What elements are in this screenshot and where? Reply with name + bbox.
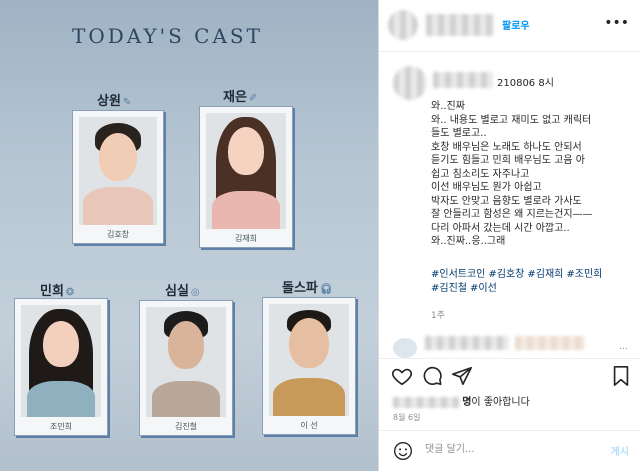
cast-role-4: 심실 ◎ (165, 284, 200, 299)
caption-date: 210806 8시 (497, 78, 554, 89)
post-actions (379, 358, 640, 393)
comment-bar: 게시 (379, 430, 640, 471)
cast-name-4: 김진철 (174, 422, 198, 431)
post-header: 팔로우 ••• (379, 0, 640, 52)
hashtag-link[interactable]: #김재희 (527, 269, 563, 280)
swirl-icon: ❂ (65, 287, 75, 298)
caption-line: 호창 배우님은 노래도 하나도 안되서 (431, 141, 582, 153)
heart-icon[interactable] (391, 365, 413, 387)
cast-card-5: 이 선 (262, 297, 356, 435)
caption-time-ago: 1주 (431, 311, 446, 321)
cast-name-2: 김재희 (234, 234, 258, 243)
author-username[interactable] (426, 14, 494, 36)
cast-role-3: 민희 ❂ (40, 284, 75, 299)
more-horizontal-icon[interactable]: ••• (604, 15, 629, 31)
caption-line: 듣기도 힘들고 민희 배우님도 고음 아 (431, 155, 585, 166)
board-title: TODAY'S CAST (72, 24, 263, 48)
caption-line: 잘 안들리고 함성은 왜 지르는건지—— (431, 209, 593, 220)
caption-line: 쉽고 침소리도 자주나고 (431, 168, 530, 180)
cast-name-3: 조민희 (49, 422, 73, 431)
caption-username[interactable] (433, 72, 493, 88)
cast-role-1: 상원 ✎ (97, 94, 132, 109)
caption-avatar[interactable] (393, 66, 427, 100)
comment-icon[interactable] (421, 365, 443, 387)
caption-text: 와..진짜와.. 내용도 별로고 재미도 없고 캐릭터들도 별로고.. 호창 배우… (431, 100, 631, 249)
hashtag-link[interactable]: #이선 (470, 283, 497, 294)
cast-photo-5 (269, 304, 349, 416)
post-photo[interactable]: TODAY'S CAST 상원✎ 김호창 재은✐ 김재희 민희❂ 조민희 (0, 0, 378, 471)
caption-line: 들도 별로고.. (431, 128, 487, 139)
likes-count[interactable]: 명이 좋아합니다 (393, 393, 530, 408)
caption-line: 이선 배우님도 뭔가 아쉽고 (431, 182, 542, 193)
cast-role-5: 돌스파 🎧︎ (282, 281, 333, 296)
post-side-panel: 팔로우 ••• 210806 8시 와..진짜와.. 내용도 별로고 재미도 없… (378, 0, 640, 471)
bookmark-icon[interactable] (611, 365, 631, 387)
comment-input[interactable] (423, 443, 587, 456)
caption-line: 와..진짜 (431, 101, 465, 112)
comment-avatar[interactable] (393, 338, 417, 358)
cast-card-1: 김호창 (72, 110, 164, 244)
hashtag-link[interactable]: #인서트코인 (431, 269, 485, 280)
hashtag-link[interactable]: #조민희 (566, 269, 602, 280)
cast-photo-4 (146, 307, 226, 417)
post-date[interactable]: 8월 6일 (393, 412, 420, 423)
caption-line: 와..진짜..응..그래 (431, 236, 506, 247)
comment-username[interactable] (425, 336, 509, 350)
follow-button[interactable]: 팔로우 (502, 17, 530, 32)
pencil-icon: ✎ (122, 97, 132, 108)
share-icon[interactable] (451, 365, 473, 387)
author-avatar[interactable] (388, 10, 418, 40)
cast-name-5: 이 선 (300, 421, 318, 430)
caption-hashtags: #인서트코인 #김호창 #김재희 #조민희 #김진철 #이선 (431, 268, 631, 296)
cast-card-2: 김재희 (199, 106, 293, 248)
headphones-icon: 🎧︎ (319, 284, 333, 295)
cast-name-1: 김호창 (106, 230, 130, 239)
cast-photo-1 (79, 117, 157, 225)
comment-text (515, 336, 585, 350)
caption-line: 다리 아파서 갔는데 시간 아깝고.. (431, 222, 570, 234)
comment-more[interactable]: … (619, 342, 628, 352)
cast-role-2: 재은 ✐ (223, 90, 258, 105)
cast-card-3: 조민희 (14, 298, 108, 436)
cast-photo-2 (206, 113, 286, 229)
pen-icon: ✐ (248, 93, 258, 104)
cast-card-4: 김진철 (139, 300, 233, 436)
hashtag-link[interactable]: #김호창 (488, 269, 524, 280)
hashtag-link[interactable]: #김진철 (431, 283, 467, 294)
post-comment-button[interactable]: 게시 (611, 443, 629, 458)
cast-photo-3 (21, 305, 101, 417)
circle-icon: ◎ (190, 287, 200, 298)
caption-line: 박자도 안맞고 음향도 별로라 가사도 (431, 195, 582, 207)
emoji-icon[interactable] (393, 441, 413, 461)
likes-blurred-users (393, 396, 459, 408)
caption-line: 와.. 내용도 별로고 재미도 없고 캐릭터 (431, 114, 592, 126)
